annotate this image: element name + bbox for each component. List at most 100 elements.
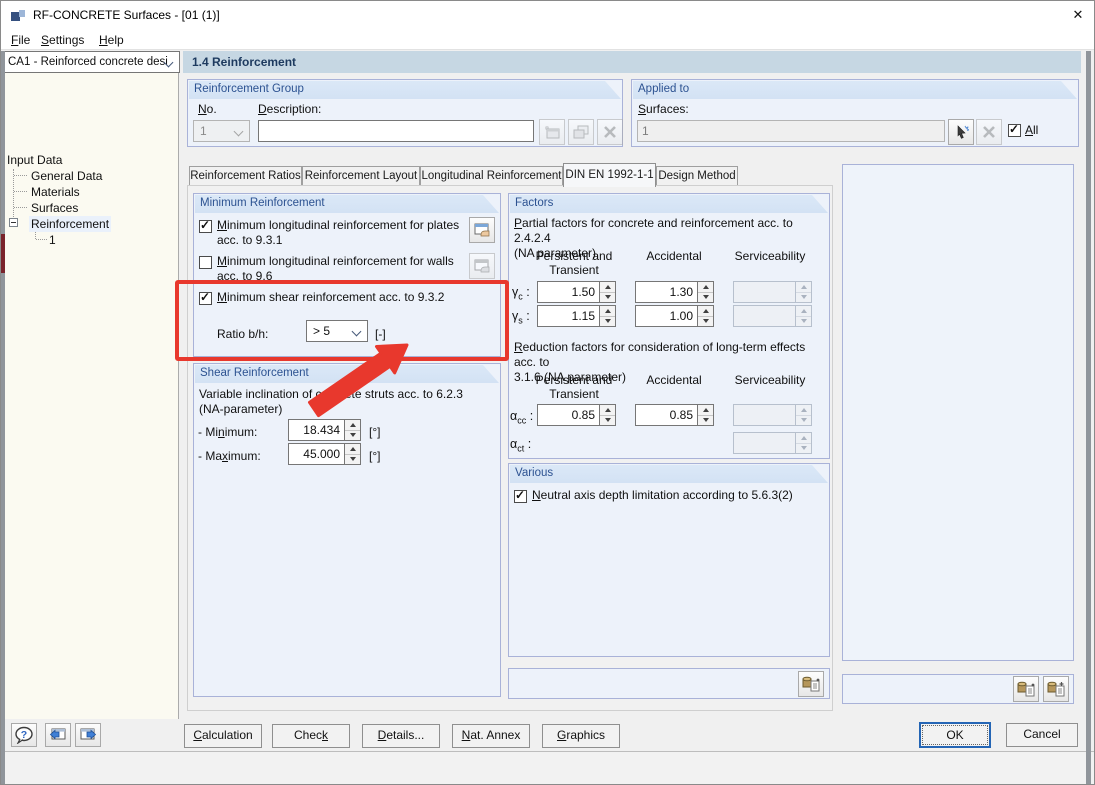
spinner-buttons[interactable] bbox=[599, 305, 616, 327]
pick-cursor-icon bbox=[953, 124, 969, 140]
gamma-c-serviceability-spinner bbox=[733, 281, 812, 303]
column-persistent-transient: Persistent and Transient bbox=[511, 373, 637, 401]
spinner-buttons[interactable] bbox=[599, 404, 616, 426]
delete-group-button[interactable] bbox=[597, 119, 623, 145]
description-input[interactable] bbox=[258, 120, 534, 142]
neutral-axis-label[interactable]: Neutral axis depth limitation according … bbox=[532, 488, 824, 503]
help-button[interactable]: ? bbox=[11, 723, 37, 747]
save-default-button[interactable] bbox=[1043, 676, 1069, 702]
pick-surfaces-button[interactable] bbox=[948, 119, 974, 145]
tree-item-surfaces[interactable]: Surfaces bbox=[31, 200, 78, 216]
frame-marker bbox=[1, 234, 5, 273]
cancel-button[interactable]: Cancel bbox=[1006, 723, 1078, 747]
tree-item-reinforcement[interactable]: Reinforcement bbox=[29, 216, 111, 232]
spin-down-icon[interactable] bbox=[698, 317, 713, 327]
spin-up-icon[interactable] bbox=[600, 306, 615, 317]
all-surfaces-label[interactable]: All bbox=[1025, 123, 1038, 138]
gamma-c-persistent-field[interactable]: 1.50 bbox=[537, 281, 599, 303]
details-button[interactable]: Details... bbox=[362, 724, 440, 748]
minimum-angle-unit: [°] bbox=[369, 425, 380, 440]
min-plates-label[interactable]: Minimum longitudinal reinforcement for p… bbox=[217, 218, 469, 248]
alpha-ct-label: αct : bbox=[510, 437, 531, 454]
alpha-cc-accidental-field[interactable]: 0.85 bbox=[635, 404, 697, 426]
gamma-c-accidental-spinner[interactable]: 1.30 bbox=[635, 281, 714, 303]
spinner-buttons[interactable] bbox=[697, 404, 714, 426]
window-title: RF-CONCRETE Surfaces - [01 (1)] bbox=[33, 8, 220, 22]
gamma-s-accidental-spinner[interactable]: 1.00 bbox=[635, 305, 714, 327]
spinner-buttons[interactable] bbox=[599, 281, 616, 303]
check-button[interactable]: Check bbox=[272, 724, 350, 748]
spin-down-icon[interactable] bbox=[600, 293, 615, 303]
spin-down-icon[interactable] bbox=[698, 293, 713, 303]
clear-surfaces-button[interactable] bbox=[976, 119, 1002, 145]
spin-down-icon bbox=[796, 293, 811, 303]
group-number-select[interactable]: 1 bbox=[193, 120, 250, 142]
tree-item-reinforcement-1[interactable]: 1 bbox=[49, 232, 56, 248]
tree-connector bbox=[13, 169, 14, 223]
design-case-selector[interactable]: CA1 - Reinforced concrete desi bbox=[1, 51, 180, 73]
tab-reinforcement-ratios[interactable]: Reinforcement Ratios bbox=[189, 166, 302, 186]
tree-item-general-data[interactable]: General Data bbox=[31, 168, 102, 184]
tab-din-en-1992-1-1[interactable]: DIN EN 1992-1-1 bbox=[563, 163, 656, 187]
min-walls-checkbox[interactable] bbox=[199, 256, 212, 269]
alpha-cc-persistent-field[interactable]: 0.85 bbox=[537, 404, 599, 426]
gamma-s-persistent-spinner[interactable]: 1.15 bbox=[537, 305, 616, 327]
alpha-cc-accidental-spinner[interactable]: 0.85 bbox=[635, 404, 714, 426]
spin-down-icon[interactable] bbox=[600, 317, 615, 327]
spin-up-icon[interactable] bbox=[698, 405, 713, 416]
column-serviceability: Serviceability bbox=[717, 249, 823, 263]
close-button[interactable]: ✕ bbox=[1062, 2, 1094, 28]
calculation-button[interactable]: Calculation bbox=[184, 724, 262, 748]
gamma-s-persistent-field[interactable]: 1.15 bbox=[537, 305, 599, 327]
spin-down-icon bbox=[796, 444, 811, 454]
set-default-values-button[interactable] bbox=[798, 671, 824, 697]
spinner-buttons[interactable] bbox=[344, 443, 361, 465]
ok-button[interactable]: OK bbox=[919, 722, 991, 748]
plates-settings-button[interactable] bbox=[469, 217, 495, 243]
spin-up-icon[interactable] bbox=[698, 282, 713, 293]
spinner-buttons[interactable] bbox=[697, 305, 714, 327]
gamma-c-accidental-field[interactable]: 1.30 bbox=[635, 281, 697, 303]
menu-file[interactable]: File bbox=[5, 31, 36, 49]
all-surfaces-checkbox[interactable] bbox=[1008, 124, 1021, 137]
column-persistent-transient: Persistent and Transient bbox=[511, 249, 637, 277]
spin-down-icon[interactable] bbox=[345, 455, 360, 465]
walls-settings-button[interactable] bbox=[469, 253, 495, 279]
new-group-button[interactable] bbox=[539, 119, 565, 145]
spin-down-icon[interactable] bbox=[345, 431, 360, 441]
tab-reinforcement-layout[interactable]: Reinforcement Layout bbox=[302, 166, 420, 186]
nat-annex-button[interactable]: Nat. Annex bbox=[452, 724, 530, 748]
copy-group-button[interactable] bbox=[568, 119, 594, 145]
spin-up-icon[interactable] bbox=[600, 282, 615, 293]
surfaces-field[interactable]: 1 bbox=[637, 120, 945, 142]
menu-settings[interactable]: Settings bbox=[35, 31, 90, 49]
load-default-button[interactable] bbox=[1013, 676, 1039, 702]
gamma-s-accidental-field[interactable]: 1.00 bbox=[635, 305, 697, 327]
tab-longitudinal-reinforcement[interactable]: Longitudinal Reinforcement bbox=[420, 166, 563, 186]
graphics-button[interactable]: Graphics bbox=[542, 724, 620, 748]
tree-item-materials[interactable]: Materials bbox=[31, 184, 80, 200]
tab-design-method[interactable]: Design Method bbox=[656, 166, 738, 186]
gamma-c-label: γc : bbox=[512, 285, 530, 302]
maximum-angle-field[interactable]: 45.000 bbox=[288, 443, 344, 465]
new-folder-icon bbox=[543, 124, 561, 140]
spin-down-icon bbox=[796, 416, 811, 426]
menu-help[interactable]: Help bbox=[93, 31, 130, 49]
tree-expander-minus[interactable] bbox=[9, 218, 18, 227]
spin-up-icon[interactable] bbox=[345, 444, 360, 455]
navigation-tree: Input Data General Data Materials Surfac… bbox=[1, 73, 179, 719]
spin-up-icon[interactable] bbox=[600, 405, 615, 416]
min-plates-checkbox[interactable] bbox=[199, 220, 212, 233]
previous-window-button[interactable] bbox=[45, 723, 71, 747]
info-panel bbox=[842, 164, 1074, 661]
neutral-axis-checkbox[interactable] bbox=[514, 490, 527, 503]
gamma-c-persistent-spinner[interactable]: 1.50 bbox=[537, 281, 616, 303]
spin-down-icon[interactable] bbox=[600, 416, 615, 426]
maximum-angle-spinner[interactable]: 45.000 bbox=[288, 443, 361, 465]
alpha-cc-persistent-spinner[interactable]: 0.85 bbox=[537, 404, 616, 426]
spinner-buttons[interactable] bbox=[697, 281, 714, 303]
next-window-button[interactable] bbox=[75, 723, 101, 747]
spin-down-icon[interactable] bbox=[698, 416, 713, 426]
tree-item-input-data[interactable]: Input Data bbox=[7, 152, 62, 168]
spin-up-icon[interactable] bbox=[698, 306, 713, 317]
